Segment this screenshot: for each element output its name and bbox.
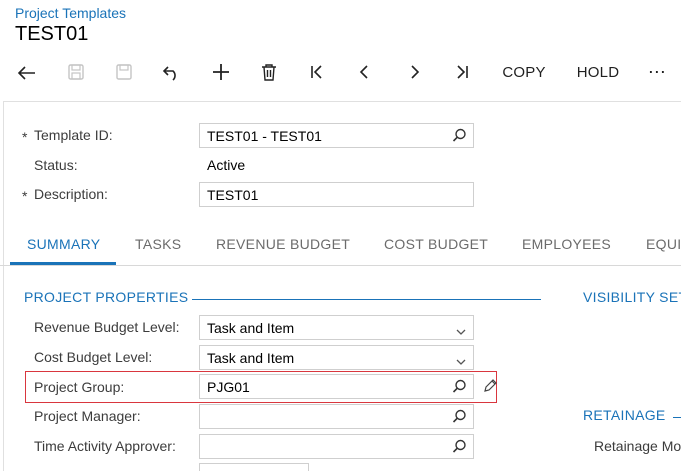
tab-equipment[interactable]: EQUI [646, 236, 681, 252]
revenue-budget-level-select[interactable]: Task and Item [199, 315, 474, 340]
save-button[interactable] [112, 55, 136, 89]
time-activity-approver-field[interactable] [199, 434, 474, 459]
edit-pencil-icon[interactable] [482, 378, 498, 399]
project-manager-label: Project Manager: [34, 408, 141, 424]
next-record-button[interactable] [402, 55, 426, 89]
project-group-value: PJG01 [207, 379, 250, 395]
template-id-value: TEST01 - TEST01 [207, 128, 322, 144]
project-manager-field[interactable] [199, 404, 474, 429]
retainage-heading: RETAINAGE [583, 407, 666, 423]
tab-bar: SUMMARY TASKS REVENUE BUDGET COST BUDGET… [0, 228, 681, 266]
status-value: Active [207, 157, 246, 173]
chevron-down-icon[interactable] [455, 353, 467, 371]
status-label: Status: [34, 157, 78, 173]
hold-button[interactable]: HOLD [570, 55, 626, 89]
required-marker: * [22, 129, 28, 145]
tab-employees[interactable]: EMPLOYEES [522, 236, 611, 252]
toolbar: COPY HOLD ⋯ [0, 55, 681, 89]
chevron-right-icon [411, 65, 420, 79]
search-icon[interactable] [452, 128, 467, 148]
last-record-button[interactable] [450, 55, 474, 89]
cost-budget-level-value: Task and Item [207, 350, 295, 366]
section-divider [192, 299, 541, 300]
project-group-label: Project Group: [34, 379, 125, 395]
description-value: TEST01 [207, 187, 259, 203]
chevron-down-icon[interactable] [455, 323, 467, 341]
undo-button[interactable] [160, 55, 184, 89]
breadcrumb[interactable]: Project Templates [15, 5, 126, 21]
partial-field[interactable] [199, 463, 309, 471]
search-icon[interactable] [452, 379, 467, 399]
time-activity-approver-label: Time Activity Approver: [34, 438, 176, 454]
last-icon [457, 65, 468, 79]
project-properties-heading: PROJECT PROPERTIES [24, 289, 189, 305]
search-icon[interactable] [452, 439, 467, 459]
tab-tasks[interactable]: TASKS [135, 236, 181, 252]
chevron-left-icon [359, 65, 368, 79]
project-group-field[interactable]: PJG01 [199, 374, 474, 399]
search-icon[interactable] [452, 409, 467, 429]
back-arrow-icon [17, 66, 35, 80]
page-title: TEST01 [15, 23, 89, 45]
required-marker: * [22, 188, 28, 204]
revenue-budget-level-value: Task and Item [207, 320, 295, 336]
add-button[interactable] [209, 55, 233, 89]
save-close-icon [68, 64, 84, 80]
template-id-field[interactable]: TEST01 - TEST01 [199, 123, 474, 148]
undo-icon [162, 66, 176, 81]
tab-cost-budget[interactable]: COST BUDGET [384, 236, 488, 252]
save-icon [116, 64, 132, 80]
previous-record-button[interactable] [353, 55, 377, 89]
plus-icon [213, 64, 229, 80]
cost-budget-level-select[interactable]: Task and Item [199, 345, 474, 370]
retainage-mode-label: Retainage Mo [594, 438, 681, 454]
description-label: Description: [34, 186, 108, 202]
visibility-settings-heading: VISIBILITY SET [583, 289, 681, 305]
back-button[interactable] [14, 55, 40, 89]
active-tab-indicator [10, 262, 116, 265]
description-field[interactable]: TEST01 [199, 182, 474, 207]
section-divider [673, 417, 681, 418]
tab-summary[interactable]: SUMMARY [27, 236, 100, 252]
copy-button[interactable]: COPY [496, 55, 552, 89]
template-id-label: Template ID: [34, 127, 113, 143]
cost-budget-level-label: Cost Budget Level: [34, 349, 153, 365]
more-button[interactable]: ⋯ [642, 55, 672, 89]
tab-revenue-budget[interactable]: REVENUE BUDGET [216, 236, 350, 252]
delete-button[interactable] [257, 55, 281, 89]
first-icon [311, 65, 322, 79]
first-record-button[interactable] [305, 55, 329, 89]
revenue-budget-level-label: Revenue Budget Level: [34, 319, 180, 335]
save-close-button[interactable] [64, 55, 88, 89]
trash-icon [262, 64, 276, 81]
